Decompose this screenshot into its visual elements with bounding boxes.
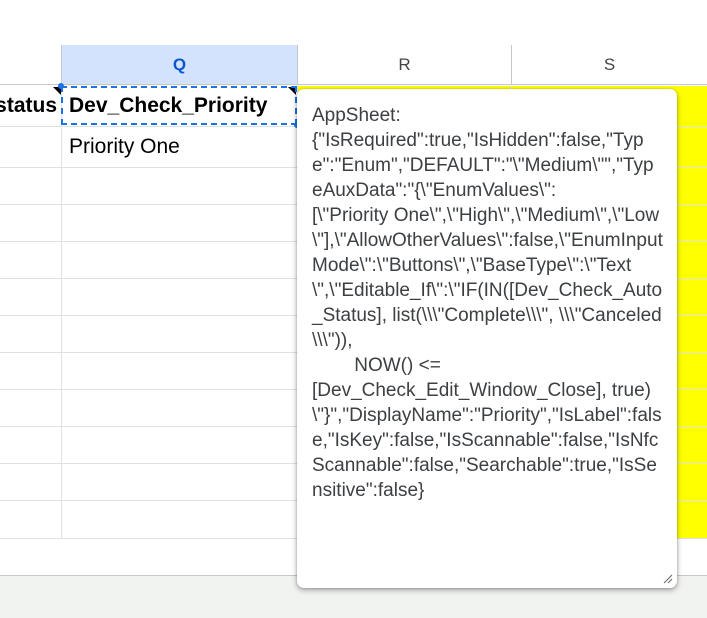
column-header-q-label: Q — [172, 54, 187, 74]
header-cell-status-text: status — [0, 94, 57, 117]
table-cell-priority-text: Priority One — [69, 135, 180, 158]
table-cell-priority[interactable] — [62, 501, 298, 539]
column-header-s[interactable]: S — [512, 45, 707, 85]
column-header-s-label: S — [603, 54, 616, 74]
table-cell-status[interactable] — [0, 127, 62, 168]
table-cell-status[interactable] — [0, 353, 62, 390]
cell-selection-outline — [61, 86, 297, 125]
table-cell-status[interactable] — [0, 316, 62, 353]
table-cell-status[interactable] — [0, 205, 62, 242]
table-cell-status[interactable] — [0, 279, 62, 316]
resize-handle-icon[interactable] — [661, 572, 673, 584]
table-cell-status[interactable] — [0, 501, 62, 539]
table-cell-status[interactable] — [0, 464, 62, 501]
table-cell-priority[interactable] — [62, 279, 298, 316]
table-cell-priority[interactable]: Priority One — [62, 127, 298, 168]
selection-handle[interactable] — [58, 83, 64, 89]
note-text[interactable]: AppSheet: {"IsRequired":true,"IsHidden":… — [312, 103, 664, 503]
table-cell-priority[interactable] — [62, 464, 298, 501]
table-cell-status[interactable] — [0, 168, 62, 205]
table-cell-priority[interactable] — [62, 205, 298, 242]
table-cell-priority[interactable] — [62, 427, 298, 464]
cell-note-popup[interactable]: AppSheet: {"IsRequired":true,"IsHidden":… — [297, 89, 677, 588]
table-cell-priority[interactable] — [62, 168, 298, 205]
column-header-q[interactable]: Q — [62, 45, 298, 85]
spreadsheet-grid: Q R S status Dev_Check_Priority Priority… — [0, 0, 707, 618]
table-cell-priority[interactable] — [62, 390, 298, 427]
column-header-r-label: R — [398, 54, 411, 74]
table-cell-priority[interactable] — [62, 242, 298, 279]
toolbar-area — [0, 0, 707, 45]
table-cell-priority[interactable] — [62, 316, 298, 353]
table-cell-status[interactable] — [0, 427, 62, 464]
column-header-p[interactable] — [0, 45, 62, 85]
table-cell-status[interactable] — [0, 390, 62, 427]
column-header-r[interactable]: R — [298, 45, 512, 85]
table-cell-priority[interactable] — [62, 353, 298, 390]
table-cell-status[interactable] — [0, 242, 62, 279]
